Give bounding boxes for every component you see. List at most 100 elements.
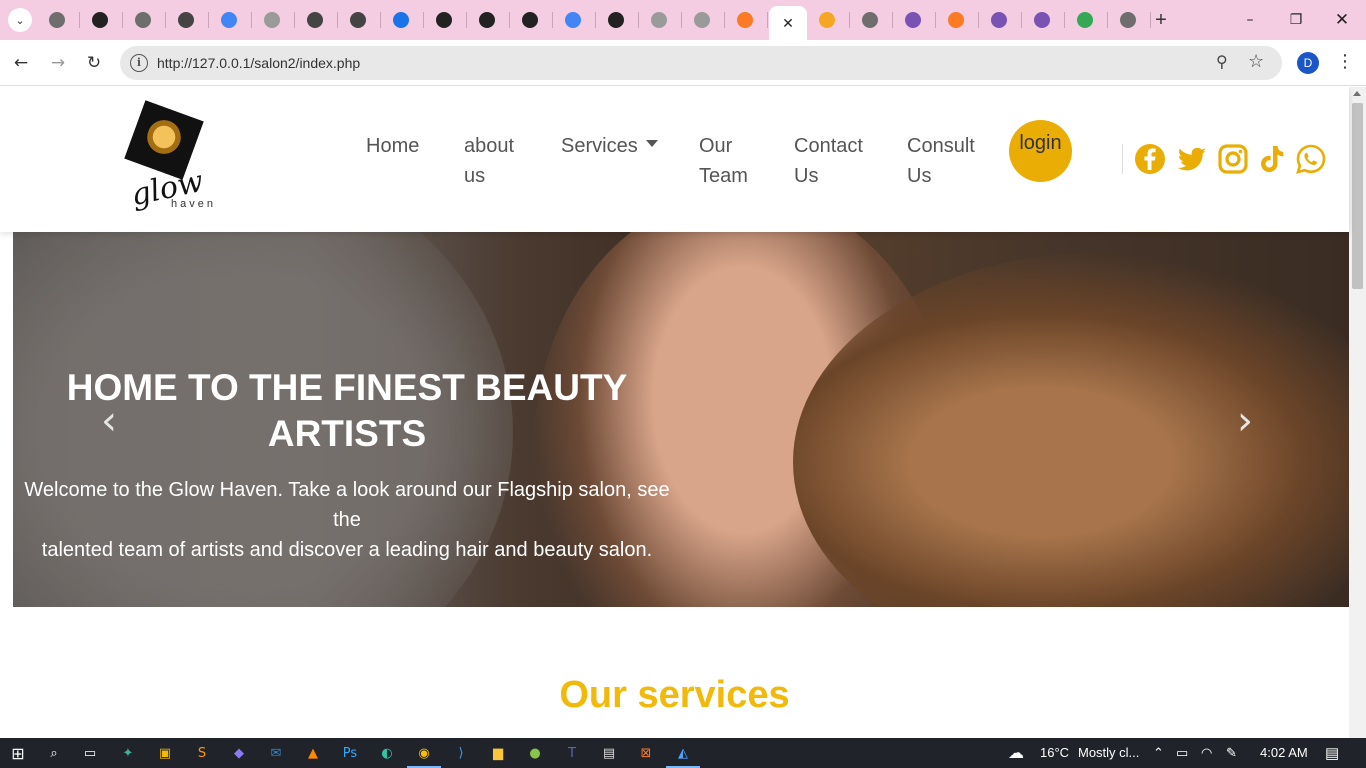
google-icon bbox=[565, 12, 581, 28]
bookmark-star-icon[interactable]: ☆ bbox=[1248, 51, 1264, 72]
login-button[interactable]: login bbox=[1009, 120, 1072, 182]
browser-tab[interactable] bbox=[733, 8, 768, 32]
photoshop-icon[interactable]: Ps bbox=[340, 743, 360, 763]
app-icon-1[interactable]: ✦ bbox=[118, 743, 138, 763]
browser-tab[interactable] bbox=[174, 8, 209, 32]
browser-tab[interactable] bbox=[88, 8, 123, 32]
browser-tab[interactable] bbox=[1030, 8, 1065, 32]
tab-separator bbox=[935, 12, 936, 28]
browser-tab[interactable] bbox=[944, 8, 979, 32]
carousel-next-button[interactable]: › bbox=[1237, 401, 1265, 441]
browser-tab[interactable] bbox=[260, 8, 295, 32]
close-icon[interactable]: ✕ bbox=[782, 15, 794, 32]
windows-taskbar: ⊞ ⌕ ▭ ✦ ▣ S ◆ ✉ ▲ Ps ◐ ◉ ⟩ ▆ ● T ▤ ⊠ ◭ ☁… bbox=[0, 738, 1366, 768]
browser-tab[interactable] bbox=[475, 8, 510, 32]
app-icon-4[interactable]: ◭ bbox=[666, 743, 700, 768]
site-logo[interactable]: glow haven bbox=[123, 100, 218, 219]
nav-about[interactable]: about us bbox=[464, 131, 514, 191]
sublime-icon[interactable]: S bbox=[192, 743, 212, 763]
url-text[interactable]: http://127.0.0.1/salon2/index.php bbox=[157, 55, 360, 71]
close-window-button[interactable]: ✕ bbox=[1320, 6, 1364, 34]
nav-consult[interactable]: Consult Us bbox=[907, 131, 975, 191]
browser-tab[interactable] bbox=[389, 8, 424, 32]
restore-button[interactable]: ❐ bbox=[1274, 6, 1318, 34]
tab-search-dropdown[interactable]: ⌄ bbox=[8, 8, 32, 32]
browser-tab[interactable] bbox=[604, 8, 639, 32]
browser-tab[interactable] bbox=[901, 8, 936, 32]
facebook-icon[interactable] bbox=[1134, 143, 1166, 175]
nav-home[interactable]: Home bbox=[366, 131, 419, 161]
tab-separator bbox=[978, 12, 979, 28]
site-info-icon[interactable]: i bbox=[130, 54, 148, 72]
app-icon-3[interactable]: ● bbox=[525, 743, 545, 763]
wifi-icon[interactable]: ◠ bbox=[1201, 745, 1212, 761]
browser-tab[interactable] bbox=[131, 8, 166, 32]
vlc-icon[interactable]: ▲ bbox=[303, 743, 323, 763]
tiktok-icon[interactable] bbox=[1256, 143, 1288, 175]
browser-tab[interactable] bbox=[217, 8, 252, 32]
browser-tab[interactable] bbox=[858, 8, 893, 32]
carousel-prev-button[interactable]: ‹ bbox=[101, 401, 129, 441]
chrome-icon[interactable]: ◉ bbox=[407, 743, 441, 768]
whatsapp-icon[interactable] bbox=[1295, 143, 1327, 175]
terminal-icon[interactable]: ▤ bbox=[599, 743, 619, 763]
tab-separator bbox=[208, 12, 209, 28]
twitter-icon[interactable] bbox=[1176, 143, 1208, 175]
browser-tab[interactable] bbox=[432, 8, 467, 32]
browser-tab[interactable] bbox=[1116, 8, 1151, 32]
address-bar[interactable]: i http://127.0.0.1/salon2/index.php ⚲ ☆ bbox=[120, 46, 1282, 80]
task-view-icon[interactable]: ▭ bbox=[80, 743, 100, 763]
profile-avatar[interactable]: D bbox=[1297, 52, 1319, 74]
clock-time[interactable]: 4:02 AM bbox=[1260, 745, 1308, 760]
teams-icon[interactable]: T bbox=[562, 743, 582, 763]
nav-services-label: Services bbox=[561, 135, 638, 157]
browser-tab[interactable] bbox=[518, 8, 553, 32]
weather-icon[interactable]: ☁ bbox=[1008, 743, 1024, 763]
weather-temp[interactable]: 16°C bbox=[1040, 745, 1069, 760]
new-tab-button[interactable]: + bbox=[1150, 8, 1172, 32]
nav-contact[interactable]: Contact Us bbox=[794, 131, 863, 191]
back-button[interactable]: ← bbox=[8, 50, 34, 76]
browser-tab[interactable] bbox=[303, 8, 338, 32]
minimize-button[interactable]: – bbox=[1228, 6, 1272, 34]
battery-icon[interactable]: ▭ bbox=[1176, 745, 1188, 761]
search-icon[interactable]: ⌕ bbox=[44, 743, 64, 763]
nav-services-dropdown[interactable]: Services bbox=[561, 131, 658, 161]
pen-icon[interactable]: ✎ bbox=[1226, 745, 1237, 761]
chevron-up-icon[interactable]: ⌃ bbox=[1153, 745, 1164, 761]
browser-tab[interactable] bbox=[647, 8, 682, 32]
store-icon[interactable]: ▣ bbox=[155, 743, 175, 763]
xampp-icon[interactable]: ⊠ bbox=[636, 743, 656, 763]
page-scrollbar[interactable] bbox=[1349, 87, 1366, 738]
browser-tab[interactable] bbox=[561, 8, 596, 32]
tab-active-index[interactable]: ✕ bbox=[769, 6, 807, 40]
nav-team-label-2: Team bbox=[699, 165, 748, 187]
forward-button[interactable]: → bbox=[45, 50, 71, 76]
browser-tab[interactable] bbox=[1073, 8, 1108, 32]
tab-separator bbox=[595, 12, 596, 28]
vscode-icon[interactable]: ⟩ bbox=[451, 743, 471, 763]
mail-icon[interactable]: ✉ bbox=[266, 743, 286, 763]
windows-start-icon[interactable]: ⊞ bbox=[8, 743, 28, 763]
browser-tab[interactable] bbox=[690, 8, 725, 32]
scroll-up-arrow-icon[interactable] bbox=[1353, 91, 1361, 96]
nav-our-team[interactable]: Our Team bbox=[699, 131, 748, 191]
weather-text[interactable]: Mostly cl... bbox=[1078, 745, 1139, 760]
zoom-icon[interactable]: ⚲ bbox=[1216, 52, 1228, 71]
scrollbar-thumb[interactable] bbox=[1352, 103, 1363, 289]
file-explorer-icon[interactable]: ▆ bbox=[488, 743, 508, 763]
chrome-icon bbox=[862, 12, 878, 28]
browser-menu-icon[interactable]: ⋮ bbox=[1336, 51, 1354, 72]
notifications-icon[interactable]: ▤ bbox=[1325, 744, 1339, 762]
browser-tab[interactable] bbox=[346, 8, 381, 32]
nav-about-label-1: about bbox=[464, 135, 515, 157]
browser-tab[interactable] bbox=[815, 8, 850, 32]
logo-face-icon bbox=[147, 119, 181, 159]
edge-icon[interactable]: ◐ bbox=[377, 743, 397, 763]
reload-button[interactable]: ↻ bbox=[81, 50, 107, 76]
hero-text-line-1: Welcome to the Glow Haven. Take a look a… bbox=[24, 479, 670, 531]
instagram-icon[interactable] bbox=[1217, 143, 1249, 175]
browser-tab[interactable] bbox=[987, 8, 1022, 32]
app-icon-2[interactable]: ◆ bbox=[229, 743, 249, 763]
browser-tab[interactable] bbox=[45, 8, 80, 32]
